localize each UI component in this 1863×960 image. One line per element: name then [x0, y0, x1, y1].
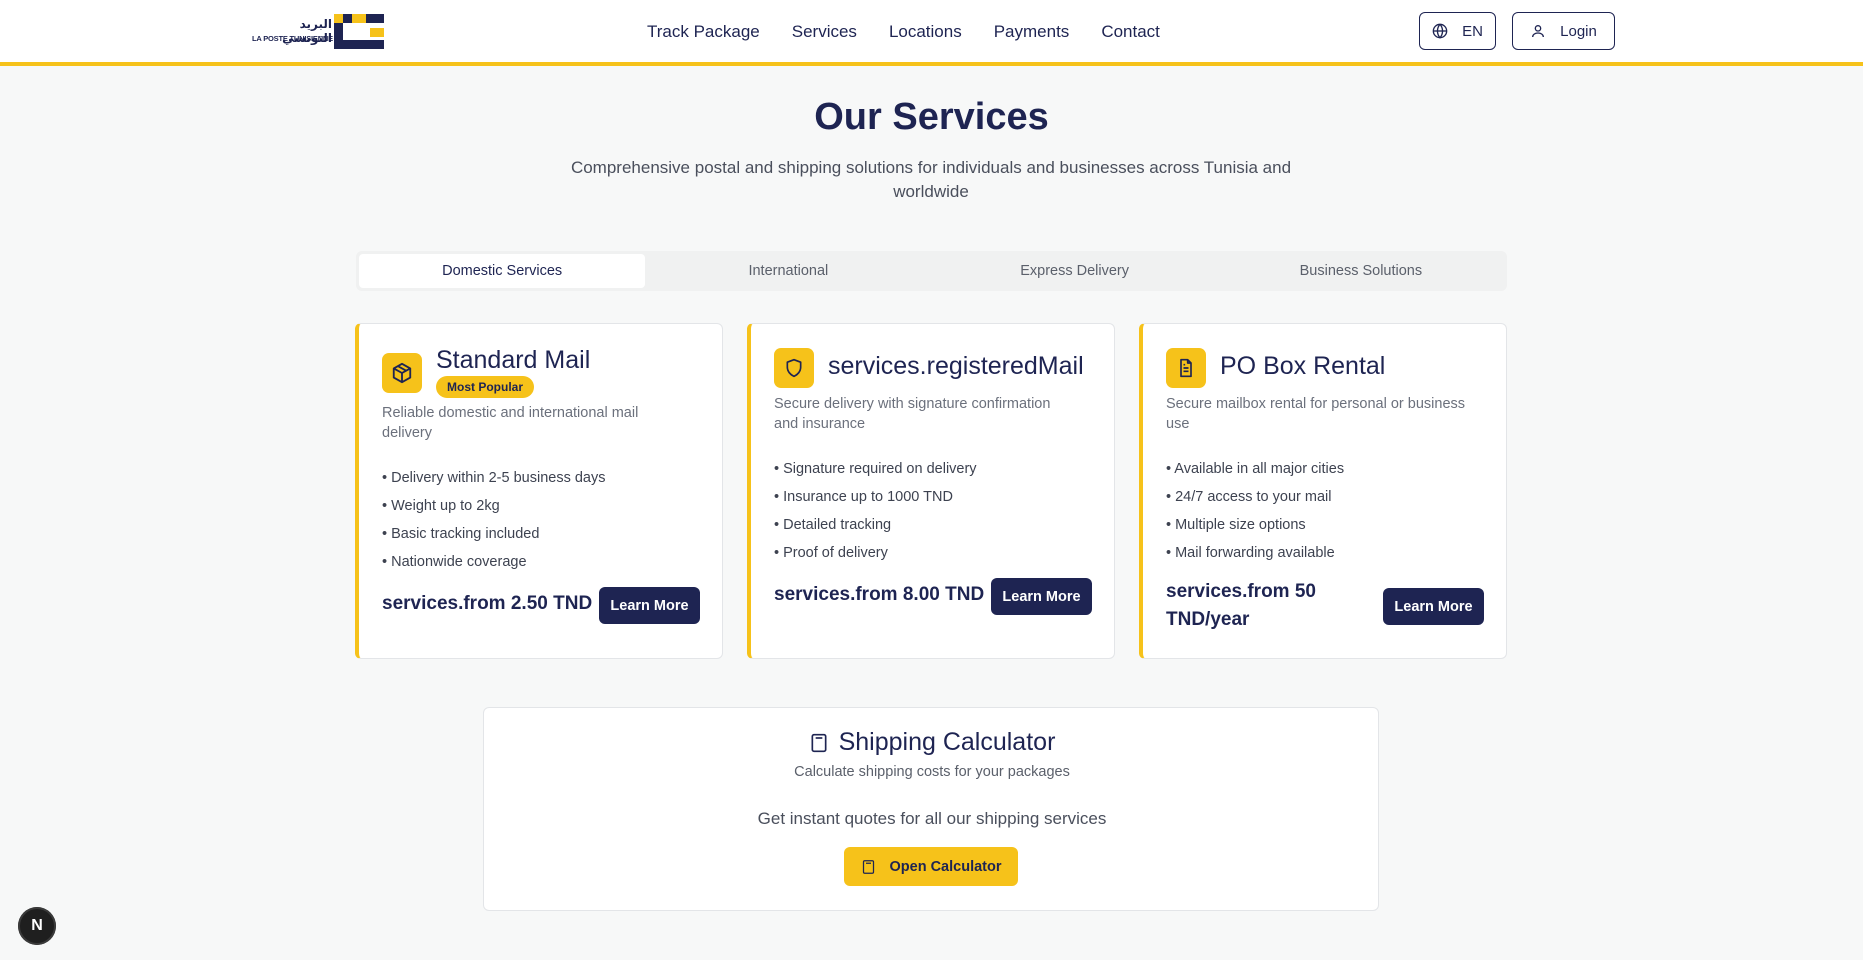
logo-mark-icon — [334, 14, 384, 49]
tab-international[interactable]: International — [645, 254, 931, 288]
feature-item: • Insurance up to 1000 TND — [774, 489, 953, 505]
learn-more-button[interactable]: Learn More — [1383, 588, 1484, 625]
feature-list: • Available in all major cities • 24/7 a… — [1166, 459, 1344, 571]
calculator-subtitle: Calculate shipping costs for your packag… — [794, 764, 1070, 780]
logo-french-text: LA POSTE TUNISIENNE — [252, 34, 333, 43]
la-poste-logo[interactable]: البريد التونسي LA POSTE TUNISIENNE — [252, 14, 384, 50]
feature-item: • Basic tracking included — [382, 526, 540, 542]
service-card-registered-mail: services.registeredMail Secure delivery … — [747, 323, 1115, 659]
nav-track-package[interactable]: Track Package — [647, 20, 760, 44]
feature-item: • Delivery within 2-5 business days — [382, 470, 606, 486]
card-icon-badge — [382, 353, 422, 393]
calculator-text: Get instant quotes for all our shipping … — [757, 809, 1107, 828]
feature-item: • Proof of delivery — [774, 545, 888, 561]
feature-item: • Nationwide coverage — [382, 554, 527, 570]
open-calculator-button[interactable]: Open Calculator — [844, 847, 1018, 886]
feature-item: • Signature required on delivery — [774, 461, 977, 477]
card-price: services.from 8.00 TND — [774, 584, 985, 605]
language-label: EN — [1462, 22, 1483, 40]
open-calculator-label: Open Calculator — [889, 858, 1002, 875]
card-description: Secure delivery with signature confirmat… — [774, 396, 1051, 432]
feature-item: • Available in all major cities — [1166, 461, 1345, 477]
feature-item: • Mail forwarding available — [1166, 545, 1335, 561]
feature-list: • Signature required on delivery • Insur… — [774, 459, 977, 571]
package-icon — [392, 362, 412, 384]
user-icon — [1532, 25, 1545, 38]
feature-item: • Weight up to 2kg — [382, 498, 500, 514]
card-icon-badge — [1166, 348, 1206, 388]
feature-item: • Multiple size options — [1166, 517, 1306, 533]
feature-item: • 24/7 access to your mail — [1166, 489, 1332, 505]
login-label: Login — [1560, 22, 1597, 40]
main-nav: Track Package Services Locations Payment… — [647, 20, 1192, 44]
tab-express-delivery[interactable]: Express Delivery — [932, 254, 1218, 288]
nav-contact[interactable]: Contact — [1101, 20, 1160, 44]
learn-more-button[interactable]: Learn More — [599, 587, 700, 624]
page-title: Our Services — [814, 96, 1049, 138]
card-icon-badge — [774, 348, 814, 388]
most-popular-badge: Most Popular — [436, 376, 535, 398]
calculator-title: Shipping Calculator — [838, 728, 1056, 756]
feature-list: • Delivery within 2-5 business days • We… — [382, 468, 605, 580]
calculator-icon — [811, 733, 827, 752]
nav-payments[interactable]: Payments — [994, 20, 1070, 44]
calculator-heading: Shipping Calculator — [484, 728, 1380, 757]
card-price: services.from 2.50 TND — [382, 593, 593, 614]
card-description: Reliable domestic and international mail… — [382, 405, 639, 441]
nav-services[interactable]: Services — [792, 20, 857, 44]
nav-locations[interactable]: Locations — [889, 20, 962, 44]
card-description: Secure mailbox rental for personal or bu… — [1166, 396, 1466, 432]
card-title: PO Box Rental — [1220, 352, 1386, 380]
service-card-standard-mail: Standard Mail Most Popular Reliable dome… — [355, 323, 723, 659]
tab-business-solutions[interactable]: Business Solutions — [1218, 254, 1504, 288]
card-title: services.registeredMail — [828, 352, 1084, 380]
globe-icon — [1432, 23, 1448, 39]
login-button[interactable]: Login — [1512, 12, 1615, 50]
document-icon — [1180, 358, 1192, 378]
service-card-po-box-rental: PO Box Rental Secure mailbox rental for … — [1139, 323, 1507, 659]
card-price: services.from 50 TND/year — [1166, 581, 1316, 630]
page-subtitle: Comprehensive postal and shipping soluti… — [570, 158, 1292, 201]
tab-domestic-services[interactable]: Domestic Services — [359, 254, 646, 288]
learn-more-button[interactable]: Learn More — [991, 578, 1092, 615]
card-title: Standard Mail — [436, 346, 591, 374]
site-header: البريد التونسي LA POSTE TUNISIENNE Track… — [0, 0, 1863, 66]
calculator-icon — [862, 859, 874, 874]
language-button[interactable]: EN — [1419, 12, 1496, 50]
shield-icon — [786, 358, 802, 378]
shipping-calculator-card: Shipping Calculator Calculate shipping c… — [483, 707, 1379, 911]
service-tabs: Domestic Services International Express … — [356, 251, 1507, 291]
nextjs-dev-indicator[interactable]: N — [18, 907, 56, 945]
feature-item: • Detailed tracking — [774, 517, 892, 533]
